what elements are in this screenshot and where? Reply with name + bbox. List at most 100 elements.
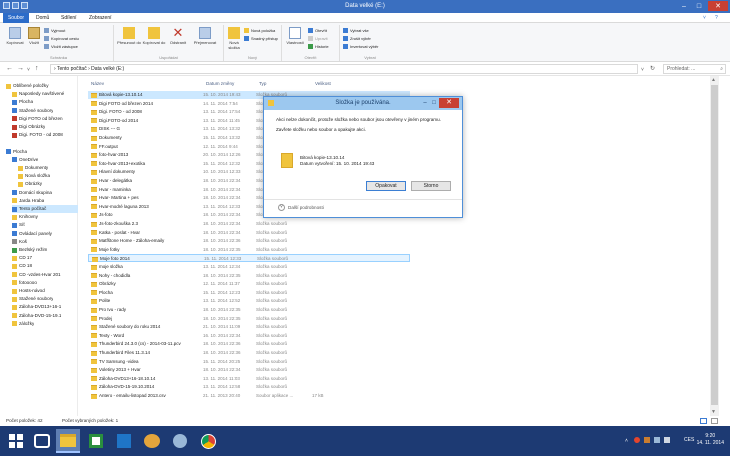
nav-item[interactable]: CD 18	[12, 262, 32, 270]
nav-item[interactable]: Plocha	[12, 98, 33, 106]
dialog-maximize-button[interactable]: □	[430, 99, 438, 107]
cut-button[interactable]: Vyjmout	[44, 28, 65, 33]
task-view-icon[interactable]	[30, 429, 54, 453]
nav-item[interactable]: Nová složka	[18, 172, 50, 180]
menu-file[interactable]: Soubor	[3, 13, 29, 23]
nav-item[interactable]: Záloha-DVD13+16-1	[12, 303, 61, 311]
nav-item[interactable]: Naposledy navštívené	[12, 90, 64, 98]
cancel-button[interactable]: Storno	[411, 181, 451, 191]
table-row[interactable]: Záloha-DVD-15-19.10.2014 13. 11. 2014 12:…	[88, 383, 410, 391]
properties-button[interactable]: Vlastnosti	[284, 27, 306, 45]
file-explorer-task-icon[interactable]	[56, 429, 80, 453]
nav-item[interactable]: Bezlský režim	[12, 246, 47, 254]
easy-access-button[interactable]: Snadný přístup	[244, 36, 278, 41]
forward-arrow-icon[interactable]: →	[17, 65, 24, 72]
menu-home[interactable]: Domů	[33, 13, 52, 23]
up-arrow-icon[interactable]: ↑	[35, 65, 39, 72]
table-row[interactable]: Prodej 18. 10. 2014 22:35 Složka souborů	[88, 315, 410, 323]
nav-item[interactable]: Jarda Hraba	[12, 197, 44, 205]
nav-item[interactable]: Koš	[12, 238, 27, 246]
minimize-button[interactable]: –	[678, 1, 690, 11]
store-icon[interactable]	[84, 429, 108, 453]
new-item-button[interactable]: Nová položka	[244, 28, 275, 33]
tray-app-icon[interactable]	[634, 437, 640, 443]
column-name[interactable]: Název	[91, 81, 104, 86]
column-type[interactable]: Typ	[259, 81, 266, 86]
menu-view[interactable]: Zobrazení	[86, 13, 115, 23]
nav-item[interactable]: záložky	[12, 320, 34, 328]
help-icon[interactable]: ?	[712, 13, 721, 23]
copy-to-button[interactable]: Kopírovat do	[142, 27, 166, 45]
search-input[interactable]: Prohledat: ... ⌕	[663, 64, 726, 74]
table-row[interactable]: Záloha-DVD13+16-18.10.14 13. 11. 2014 11:…	[88, 375, 410, 383]
retry-button[interactable]: Opakovat	[366, 181, 406, 191]
table-row[interactable]: Thunderbird Files 11.3.14 18. 10. 2014 22…	[88, 349, 410, 357]
tray-language[interactable]: CES	[684, 437, 694, 443]
more-details-toggle[interactable]: ˅ Další podrobnosti	[278, 204, 324, 211]
scroll-down-icon[interactable]: ▼	[711, 409, 716, 415]
dialog-minimize-button[interactable]: –	[421, 99, 429, 107]
nav-item[interactable]: Domácí skupina	[12, 189, 52, 197]
table-row[interactable]: Polite 13. 11. 2014 12:52 Složka souborů	[88, 297, 410, 305]
open-button[interactable]: Otevřít	[308, 28, 327, 33]
thunderbird-icon[interactable]	[140, 429, 164, 453]
nav-item[interactable]: fotooooo	[12, 279, 37, 287]
table-row[interactable]: Texty - Word 16. 10. 2014 22:34 Složka sou…	[88, 332, 410, 340]
address-bar[interactable]: › Tento počítač › Data velké (E:)	[50, 64, 638, 74]
table-row[interactable]: moje složka 13. 11. 2014 12:34 Složka soub…	[88, 263, 410, 271]
new-folder-button[interactable]: Nová složka	[226, 27, 242, 50]
copy-path-button[interactable]: Kopírovat cestu	[44, 36, 79, 41]
dialog-close-button[interactable]: ✕	[439, 98, 459, 108]
tray-battery-icon[interactable]	[664, 437, 670, 443]
column-date[interactable]: Datum změny	[206, 81, 234, 86]
nav-item[interactable]: Ovládací panely	[12, 230, 52, 238]
table-row[interactable]: Js-foto-zkouška 2.3 18. 10. 2014 22:34 Slo…	[88, 220, 410, 228]
scroll-thumb[interactable]	[711, 85, 718, 405]
table-row[interactable]: Katka - poslat - Hvar 18. 10. 2014 22:34 S…	[88, 229, 410, 237]
tray-network-icon[interactable]	[644, 437, 650, 443]
delete-button[interactable]: ✕ Odstranit	[167, 26, 189, 45]
outlook-icon[interactable]	[112, 429, 136, 453]
nav-item[interactable]: Tento počítač	[12, 205, 78, 213]
address-dropdown-icon[interactable]: ˅	[641, 67, 644, 73]
column-size[interactable]: Velikost	[315, 81, 331, 86]
nav-item[interactable]: Digi. FOTO - od 2008	[12, 131, 63, 139]
table-row[interactable]: Moje foto 2014 15. 11. 2014 12:33 Složka s…	[88, 254, 410, 263]
table-row[interactable]: TV Samsung -videa 15. 11. 2014 20:25 Složk…	[88, 358, 410, 366]
chrome-icon[interactable]	[196, 429, 220, 453]
move-to-button[interactable]: Přesunout do	[116, 27, 142, 45]
table-row[interactable]: Obrázky 12. 11. 2014 11:37 Složka souborů	[88, 280, 410, 288]
nav-item[interactable]: CD 17	[12, 254, 32, 262]
history-button[interactable]: Historie	[308, 44, 329, 49]
nav-item[interactable]: Obrázky	[18, 180, 42, 188]
nav-item[interactable]: Digi Obrázky	[12, 123, 45, 131]
vertical-scrollbar[interactable]: ▲ ▼	[710, 76, 719, 416]
table-row[interactable]: Plocha 15. 11. 2014 12:23 Složka souborů	[88, 289, 410, 297]
back-arrow-icon[interactable]: ←	[6, 65, 13, 72]
nav-item[interactable]: Plocha	[6, 148, 27, 156]
table-row[interactable]: Nohy - chodidla 18. 10. 2014 22:35 Složka …	[88, 272, 410, 280]
nav-item[interactable]: Digi FOTO od březen	[12, 115, 63, 123]
details-view-icon[interactable]	[700, 418, 707, 424]
table-row[interactable]: Matfštone Home - Záloha-emaily 18. 10. 20…	[88, 237, 410, 245]
invert-selection-button[interactable]: Invertovat výběr	[343, 44, 378, 49]
start-button[interactable]	[4, 429, 28, 453]
nav-item[interactable]: Oblíbené položky	[6, 82, 49, 90]
paste-shortcut-button[interactable]: Vložit zástupce	[44, 44, 78, 49]
nav-item[interactable]: Stažené soubory	[12, 295, 53, 303]
nav-item[interactable]: Knihovny	[12, 213, 38, 221]
table-row[interactable]: Pro Ivu - rady 18. 10. 2014 22:35 Složka s…	[88, 306, 410, 314]
scroll-up-icon[interactable]: ▲	[711, 77, 716, 83]
tray-chevron-icon[interactable]: ˄	[625, 438, 628, 444]
table-row[interactable]: Voletiny 2013 + Hvar 18. 10. 2014 22:34 Sl…	[88, 366, 410, 374]
nav-item[interactable]: Stažené soubory	[12, 107, 53, 115]
large-icons-view-icon[interactable]	[711, 418, 718, 424]
nav-item[interactable]: OneDrive	[12, 156, 38, 164]
media-icon[interactable]	[168, 429, 192, 453]
maximize-button[interactable]: □	[693, 1, 705, 11]
ribbon-expand-icon[interactable]: ˅	[700, 13, 709, 23]
table-row[interactable]: Thunderbird 24.3.0 (cs) - 2014-03-11.pcv…	[88, 340, 410, 348]
menu-share[interactable]: Sdílení	[58, 13, 80, 23]
paste-button[interactable]: Vložit	[26, 27, 42, 45]
tray-volume-icon[interactable]	[654, 437, 660, 443]
